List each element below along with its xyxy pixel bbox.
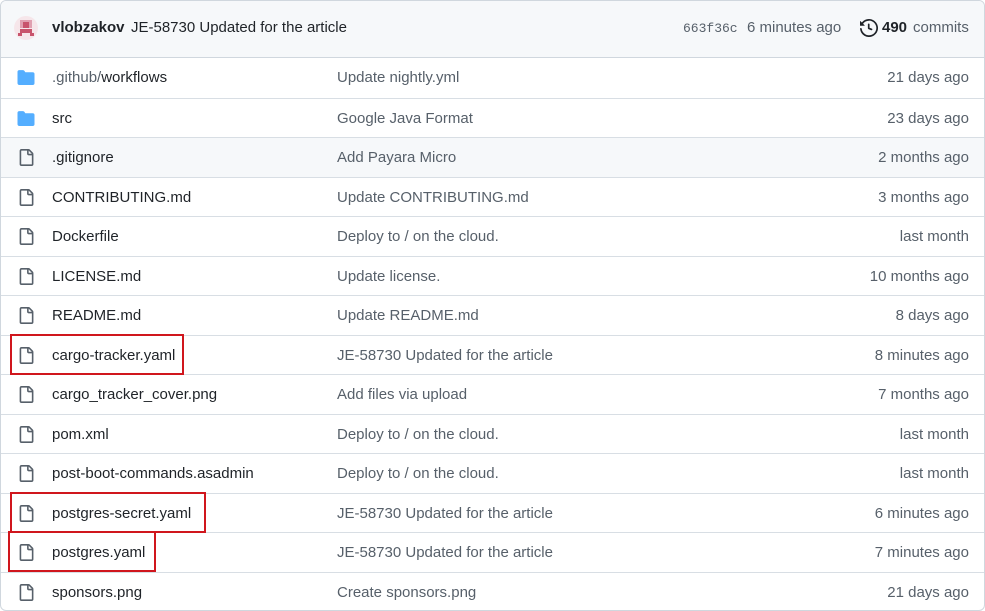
file-row[interactable]: sponsors.png Create sponsors.png 21 days a… (1, 572, 984, 610)
commit-age: last month (899, 426, 969, 443)
file-icon (17, 307, 35, 324)
commit-age: 7 minutes ago (874, 544, 969, 561)
file-name[interactable]: LICENSE.md (52, 268, 141, 285)
file-row[interactable]: cargo_tracker_cover.png Add files via upl… (1, 374, 984, 414)
commit-sha[interactable]: 663f36c (683, 21, 738, 36)
commit-age: 10 months ago (869, 268, 969, 285)
file-icon (17, 584, 35, 601)
commit-message-link[interactable]: Add files via upload (337, 386, 467, 403)
commit-message-link[interactable]: JE-58730 Updated for the article (337, 347, 553, 364)
commit-message-link[interactable]: Update nightly.yml (337, 69, 459, 86)
file-link[interactable]: cargo-tracker.yaml (52, 347, 175, 364)
file-name[interactable]: cargo_tracker_cover.png (52, 386, 217, 403)
commit-age: last month (899, 228, 969, 245)
commit-age: 23 days ago (887, 110, 969, 127)
file-name[interactable]: .gitignore (52, 149, 114, 166)
commit-message-link[interactable]: Update license. (337, 268, 440, 285)
file-icon (17, 189, 35, 206)
commit-age: 21 days ago (887, 69, 969, 86)
file-link[interactable]: pom.xml (52, 426, 109, 443)
commit-age: last month (899, 465, 969, 482)
file-browser: vlobzakov JE-58730 Updated for the artic… (0, 0, 985, 611)
file-icon (17, 149, 35, 166)
latest-commit-message[interactable]: JE-58730 Updated for the article (131, 19, 347, 36)
commit-age: 3 months ago (878, 189, 969, 206)
history-icon[interactable] (860, 19, 878, 37)
file-icon (17, 544, 35, 561)
file-row[interactable]: post-boot-commands.asadmin Deploy to / on… (1, 453, 984, 493)
commit-age: 8 days ago (895, 307, 969, 324)
commit-message-link[interactable]: Deploy to / on the cloud. (337, 426, 499, 443)
file-name[interactable]: postgres.yaml (52, 544, 145, 561)
commit-age: 21 days ago (887, 584, 969, 601)
file-icon (17, 228, 35, 245)
file-name[interactable]: src (52, 110, 72, 127)
file-name[interactable]: sponsors.png (52, 584, 142, 601)
file-name[interactable]: cargo-tracker.yaml (52, 347, 175, 364)
file-row[interactable]: .gitignore Add Payara Micro 2 months ago (1, 137, 984, 177)
file-icon (17, 465, 35, 482)
file-row[interactable]: LICENSE.md Update license. 10 months ago (1, 256, 984, 296)
file-link[interactable]: postgres.yaml (52, 544, 145, 561)
commit-age: 6 minutes ago (874, 505, 969, 522)
file-name[interactable]: README.md (52, 307, 141, 324)
commits-label[interactable]: commits (913, 19, 969, 36)
commit-message-link[interactable]: JE-58730 Updated for the article (337, 505, 553, 522)
file-row[interactable]: cargo-tracker.yaml JE-58730 Updated for t… (1, 335, 984, 375)
commit-message-link[interactable]: Add Payara Micro (337, 149, 456, 166)
file-name[interactable]: postgres-secret.yaml (52, 505, 191, 522)
commit-author[interactable]: vlobzakov (52, 19, 125, 36)
file-row[interactable]: src Google Java Format 23 days ago (1, 98, 984, 138)
file-row[interactable]: .github/workflows Update nightly.yml 21 da… (1, 58, 984, 97)
path-prefix[interactable]: .github/ (52, 69, 101, 86)
folder-link[interactable]: .github/workflows (52, 69, 167, 86)
file-link[interactable]: README.md (52, 307, 141, 324)
file-icon (17, 505, 35, 522)
file-name[interactable]: Dockerfile (52, 228, 119, 245)
commit-time: 6 minutes ago (747, 19, 842, 36)
commit-message-link[interactable]: Google Java Format (337, 110, 473, 127)
file-link[interactable]: LICENSE.md (52, 268, 141, 285)
folder-link[interactable]: src (52, 110, 72, 127)
file-link[interactable]: Dockerfile (52, 228, 119, 245)
commit-message-link[interactable]: Deploy to / on the cloud. (337, 465, 499, 482)
folder-icon (17, 110, 35, 127)
commits-count[interactable]: 490 (882, 19, 907, 36)
file-link[interactable]: cargo_tracker_cover.png (52, 386, 217, 403)
file-link[interactable]: sponsors.png (52, 584, 142, 601)
commit-age: 8 minutes ago (874, 347, 969, 364)
file-row[interactable]: CONTRIBUTING.md Update CONTRIBUTING.md 3 m… (1, 177, 984, 217)
file-icon (17, 426, 35, 443)
file-row[interactable]: Dockerfile Deploy to / on the cloud. last … (1, 216, 984, 256)
commit-message-link[interactable]: Deploy to / on the cloud. (337, 228, 499, 245)
commit-age: 7 months ago (878, 386, 969, 403)
file-link[interactable]: .gitignore (52, 149, 114, 166)
avatar[interactable] (14, 16, 38, 40)
file-name[interactable]: workflows (101, 69, 167, 86)
commit-message-link[interactable]: JE-58730 Updated for the article (337, 544, 553, 561)
file-link[interactable]: postgres-secret.yaml (52, 505, 191, 522)
file-row[interactable]: postgres.yaml JE-58730 Updated for the ar… (1, 532, 984, 572)
commit-age: 2 months ago (878, 149, 969, 166)
file-icon (17, 268, 35, 285)
commit-message-link[interactable]: Update README.md (337, 307, 479, 324)
file-name[interactable]: post-boot-commands.asadmin (52, 465, 254, 482)
file-link[interactable]: post-boot-commands.asadmin (52, 465, 254, 482)
latest-commit-bar: vlobzakov JE-58730 Updated for the artic… (1, 1, 984, 58)
file-name[interactable]: CONTRIBUTING.md (52, 189, 191, 206)
file-link[interactable]: CONTRIBUTING.md (52, 189, 191, 206)
file-row[interactable]: README.md Update README.md 8 days ago (1, 295, 984, 335)
file-icon (17, 386, 35, 403)
commit-message-link[interactable]: Update CONTRIBUTING.md (337, 189, 529, 206)
file-icon (17, 347, 35, 364)
file-row[interactable]: postgres-secret.yaml JE-58730 Updated for… (1, 493, 984, 533)
file-row[interactable]: pom.xml Deploy to / on the cloud. last mon… (1, 414, 984, 454)
folder-icon (17, 69, 35, 86)
commit-message-link[interactable]: Create sponsors.png (337, 584, 476, 601)
file-name[interactable]: pom.xml (52, 426, 109, 443)
